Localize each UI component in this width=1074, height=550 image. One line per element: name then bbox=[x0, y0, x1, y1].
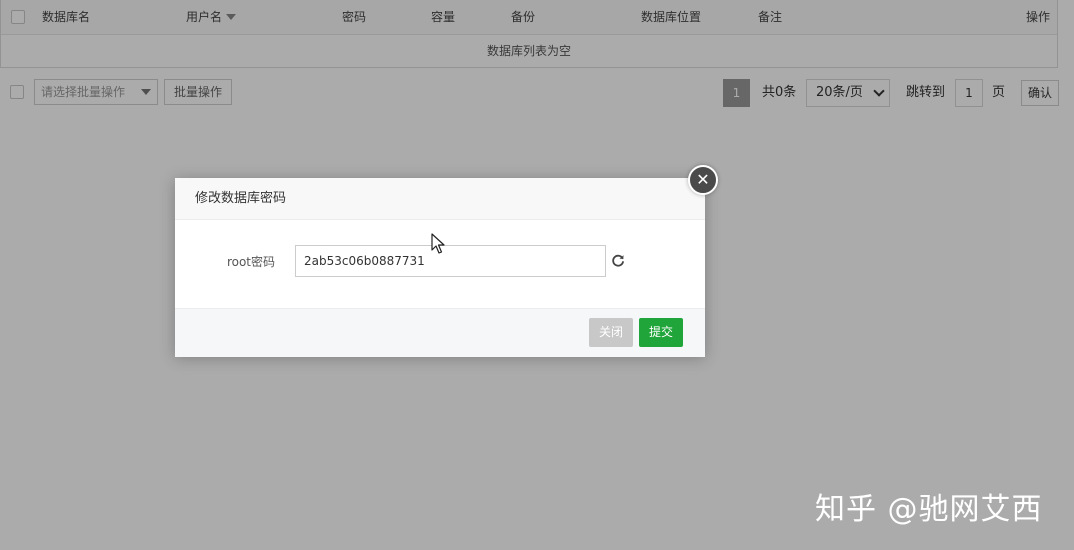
root-password-label: root密码 bbox=[226, 255, 275, 269]
close-icon[interactable]: ✕ bbox=[688, 165, 718, 195]
root-password-input[interactable] bbox=[295, 245, 606, 277]
close-button[interactable]: 关闭 bbox=[589, 318, 634, 347]
dialog-title: 修改数据库密码 bbox=[195, 191, 287, 206]
dialog-header: 修改数据库密码 bbox=[175, 178, 705, 220]
mouse-cursor-icon bbox=[431, 233, 445, 254]
dialog-footer: 关闭 提交 bbox=[175, 308, 705, 357]
watermark: 知乎 @驰网艾西 bbox=[815, 492, 1043, 527]
change-password-dialog: 修改数据库密码 root密码 关闭 提交 bbox=[175, 178, 705, 357]
refresh-icon[interactable] bbox=[610, 253, 626, 269]
submit-button[interactable]: 提交 bbox=[639, 318, 684, 347]
